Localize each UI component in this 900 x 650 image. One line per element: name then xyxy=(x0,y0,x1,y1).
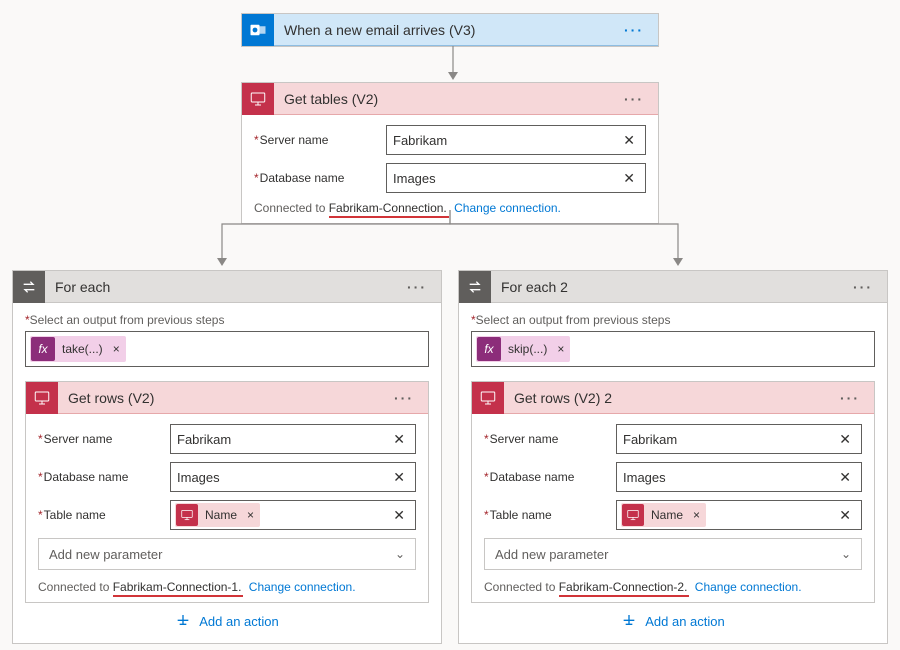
get-rows-title-1: Get rows (V2) xyxy=(58,390,388,406)
add-action-button[interactable]: Add an action xyxy=(25,603,429,635)
get-tables-header[interactable]: Get tables (V2) ··· xyxy=(242,83,658,115)
add-action-button[interactable]: Add an action xyxy=(471,603,875,635)
sql-icon xyxy=(242,83,274,115)
clear-icon[interactable]: ✕ xyxy=(389,431,409,448)
loop-icon xyxy=(459,271,491,303)
connection-info: Connected to Fabrikam-Connection-2. Chan… xyxy=(484,580,862,594)
get-tables-card[interactable]: Get tables (V2) ··· *Server name Fabrika… xyxy=(241,82,659,224)
server-name-label: *Server name xyxy=(254,133,386,147)
clear-icon[interactable]: ✕ xyxy=(389,469,409,486)
chevron-down-icon: ⌄ xyxy=(395,547,405,561)
server-name-input[interactable]: Fabrikam ✕ xyxy=(170,424,416,454)
table-name-input[interactable]: Name × ✕ xyxy=(616,500,862,530)
branch-arrows xyxy=(200,210,700,270)
trigger-title: When a new email arrives (V3) xyxy=(274,22,618,38)
get-tables-title: Get tables (V2) xyxy=(274,91,618,107)
chevron-down-icon: ⌄ xyxy=(841,547,851,561)
server-name-label: *Server name xyxy=(38,432,170,446)
server-name-input[interactable]: Fabrikam ✕ xyxy=(386,125,646,155)
foreach-title-2: For each 2 xyxy=(491,279,847,295)
database-name-label: *Database name xyxy=(484,470,616,484)
token-remove-icon[interactable]: × xyxy=(107,342,126,356)
trigger-header[interactable]: When a new email arrives (V3) ··· xyxy=(242,14,658,46)
token-remove-icon[interactable]: × xyxy=(551,342,570,356)
database-name-input[interactable]: Images ✕ xyxy=(170,462,416,492)
foreach-card-2[interactable]: For each 2 ··· *Select an output from pr… xyxy=(458,270,888,644)
token-remove-icon[interactable]: × xyxy=(687,508,706,522)
table-name-label: *Table name xyxy=(484,508,616,522)
change-connection-link[interactable]: Change connection. xyxy=(249,580,356,594)
sql-icon xyxy=(26,382,58,414)
output-input-2[interactable]: fx skip(...) × xyxy=(471,331,875,367)
arrow-connector xyxy=(447,46,459,82)
sql-icon xyxy=(622,504,644,526)
more-menu[interactable]: ··· xyxy=(618,22,650,38)
clear-icon[interactable]: ✕ xyxy=(835,507,855,524)
output-label-1: *Select an output from previous steps xyxy=(25,313,429,327)
expression-token[interactable]: fx take(...) × xyxy=(30,336,126,362)
add-action-icon xyxy=(175,613,191,629)
foreach-card-1[interactable]: For each ··· *Select an output from prev… xyxy=(12,270,442,644)
more-menu[interactable]: ··· xyxy=(401,279,433,295)
server-name-label: *Server name xyxy=(484,432,616,446)
sql-icon xyxy=(472,382,504,414)
loop-icon xyxy=(13,271,45,303)
more-menu[interactable]: ··· xyxy=(618,91,650,107)
outlook-icon xyxy=(242,14,274,46)
add-action-icon xyxy=(621,613,637,629)
foreach-title-1: For each xyxy=(45,279,401,295)
foreach-header-1[interactable]: For each ··· xyxy=(13,271,441,303)
output-label-2: *Select an output from previous steps xyxy=(471,313,875,327)
token-remove-icon[interactable]: × xyxy=(241,508,260,522)
fx-icon: fx xyxy=(31,337,55,361)
more-menu[interactable]: ··· xyxy=(834,390,866,406)
server-name-input[interactable]: Fabrikam ✕ xyxy=(616,424,862,454)
foreach-header-2[interactable]: For each 2 ··· xyxy=(459,271,887,303)
output-input-1[interactable]: fx take(...) × xyxy=(25,331,429,367)
change-connection-link[interactable]: Change connection. xyxy=(695,580,802,594)
database-name-label: *Database name xyxy=(38,470,170,484)
database-name-input[interactable]: Images ✕ xyxy=(386,163,646,193)
get-rows-title-2: Get rows (V2) 2 xyxy=(504,390,834,406)
clear-icon[interactable]: ✕ xyxy=(619,170,639,187)
more-menu[interactable]: ··· xyxy=(388,390,420,406)
dynamic-content-token[interactable]: Name × xyxy=(621,503,706,527)
trigger-card[interactable]: When a new email arrives (V3) ··· xyxy=(241,13,659,47)
get-rows-card-2[interactable]: Get rows (V2) 2 ··· *Server name Fabrika… xyxy=(471,381,875,603)
sql-icon xyxy=(176,504,198,526)
get-rows-header-1[interactable]: Get rows (V2) ··· xyxy=(26,382,428,414)
get-rows-header-2[interactable]: Get rows (V2) 2 ··· xyxy=(472,382,874,414)
clear-icon[interactable]: ✕ xyxy=(619,132,639,149)
expression-token[interactable]: fx skip(...) × xyxy=(476,336,570,362)
fx-icon: fx xyxy=(477,337,501,361)
clear-icon[interactable]: ✕ xyxy=(389,507,409,524)
get-rows-card-1[interactable]: Get rows (V2) ··· *Server name Fabrikam … xyxy=(25,381,429,603)
add-parameter-dropdown[interactable]: Add new parameter ⌄ xyxy=(484,538,862,570)
database-name-label: *Database name xyxy=(254,171,386,185)
clear-icon[interactable]: ✕ xyxy=(835,469,855,486)
table-name-input[interactable]: Name × ✕ xyxy=(170,500,416,530)
connection-info: Connected to Fabrikam-Connection-1. Chan… xyxy=(38,580,416,594)
add-parameter-dropdown[interactable]: Add new parameter ⌄ xyxy=(38,538,416,570)
clear-icon[interactable]: ✕ xyxy=(835,431,855,448)
more-menu[interactable]: ··· xyxy=(847,279,879,295)
database-name-input[interactable]: Images ✕ xyxy=(616,462,862,492)
table-name-label: *Table name xyxy=(38,508,170,522)
dynamic-content-token[interactable]: Name × xyxy=(175,503,260,527)
